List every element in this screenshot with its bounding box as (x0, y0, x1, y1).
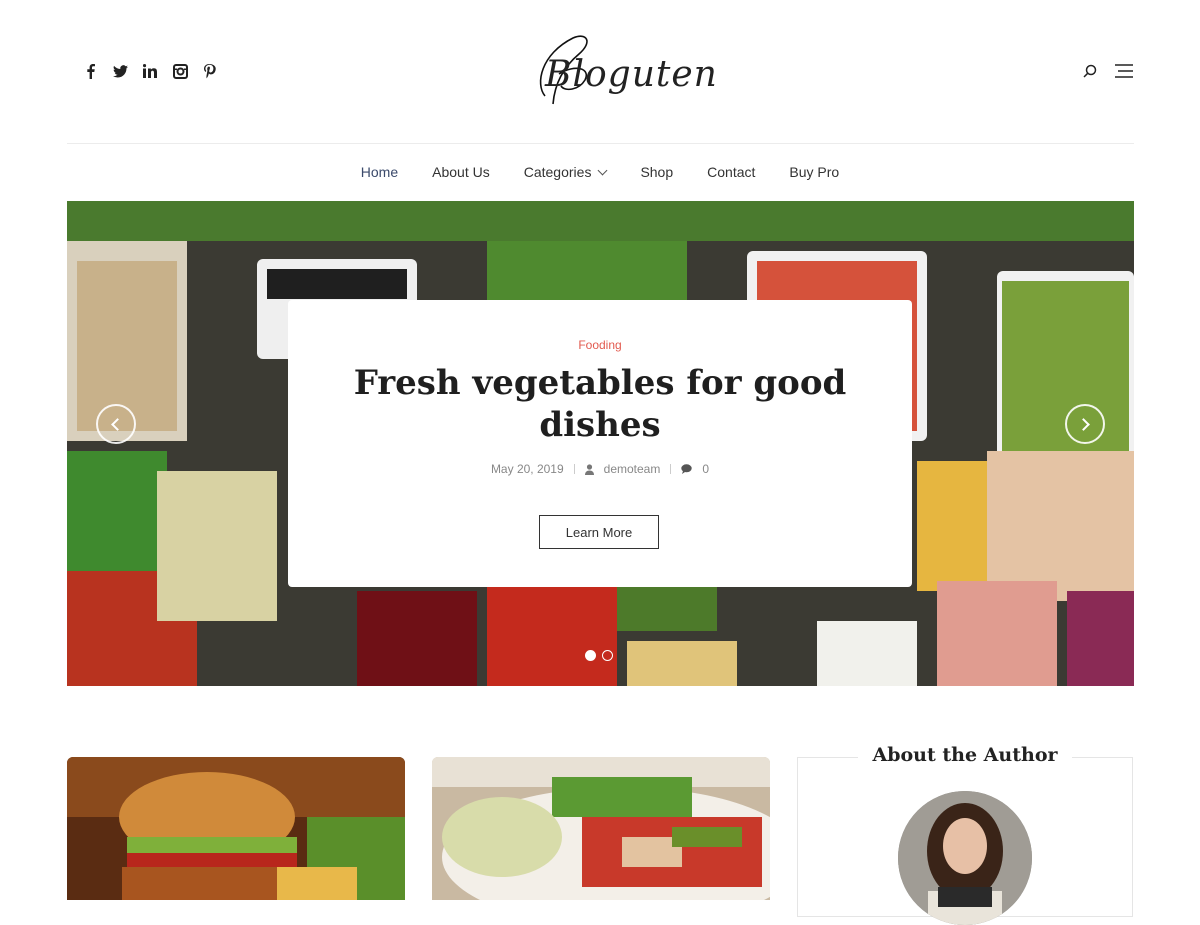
widget-title: About the Author (798, 744, 1132, 766)
post-thumbnail-salad[interactable] (432, 757, 770, 900)
slider-dot-2[interactable] (602, 650, 613, 661)
divider (573, 464, 575, 474)
post-author[interactable]: demoteam (604, 462, 661, 476)
facebook-icon[interactable] (81, 62, 99, 80)
nav-label: Buy Pro (789, 164, 840, 180)
site-header: Bloguten (67, 0, 1134, 144)
widget-title-text: About the Author (858, 744, 1072, 766)
post-category[interactable]: Fooding (288, 338, 912, 352)
post-date[interactable]: May 20, 2019 (491, 462, 564, 476)
user-icon (584, 463, 594, 475)
nav-label: Categories (523, 164, 592, 180)
page: Bloguten Home About Us Categories Shop C… (0, 0, 1200, 925)
chevron-right-icon (1077, 417, 1090, 431)
chevron-down-icon (597, 165, 608, 176)
about-author-widget: About the Author (797, 744, 1133, 925)
nav-label: Home (360, 164, 399, 180)
burger-image (67, 757, 405, 900)
hero-card: Fooding Fresh vegetables for good dishes… (288, 300, 912, 587)
comment-count[interactable]: 0 (702, 462, 709, 476)
hero-slider: Fooding Fresh vegetables for good dishes… (67, 201, 1134, 686)
instagram-icon[interactable] (171, 62, 189, 80)
search-icon[interactable] (1080, 62, 1100, 80)
nav-item-home[interactable]: Home (361, 164, 398, 180)
linkedin-icon[interactable] (141, 62, 159, 80)
nav-item-buy-pro[interactable]: Buy Pro (789, 164, 839, 180)
logo-text: Bloguten (545, 54, 718, 95)
nav-item-shop[interactable]: Shop (640, 164, 673, 180)
slider-dot-1[interactable] (585, 650, 596, 661)
header-tools (1080, 62, 1134, 80)
author-avatar[interactable] (898, 791, 1032, 925)
nav-item-contact[interactable]: Contact (707, 164, 755, 180)
site-logo[interactable]: Bloguten (515, 24, 717, 120)
slider-prev-button[interactable] (96, 404, 136, 444)
slider-dots (585, 650, 613, 661)
comment-icon (681, 464, 693, 474)
pinterest-icon[interactable] (201, 62, 219, 80)
post-meta: May 20, 2019 demoteam 0 (288, 462, 912, 476)
nav-label: Shop (640, 164, 674, 180)
post-title[interactable]: Fresh vegetables for good dishes (328, 362, 872, 446)
social-links (81, 62, 219, 80)
menu-icon[interactable] (1114, 62, 1134, 80)
nav-item-categories[interactable]: Categories (523, 164, 608, 180)
learn-more-button[interactable]: Learn More (539, 515, 659, 549)
nav-label: Contact (707, 164, 756, 180)
nav-item-about-us[interactable]: About Us (432, 164, 490, 180)
nav-label: About Us (432, 164, 490, 180)
salad-image (432, 757, 770, 900)
main-nav: Home About Us Categories Shop Contact Bu… (0, 143, 1200, 201)
divider (670, 464, 672, 474)
slider-next-button[interactable] (1065, 404, 1105, 444)
twitter-icon[interactable] (111, 62, 129, 80)
post-thumbnail-burger[interactable] (67, 757, 405, 900)
chevron-left-icon (111, 417, 124, 431)
